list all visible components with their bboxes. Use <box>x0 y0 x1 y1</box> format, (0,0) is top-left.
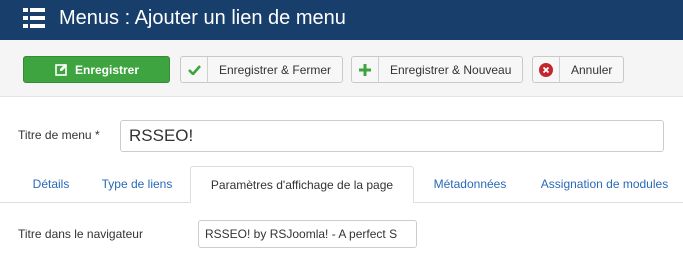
save-button[interactable]: Enregistrer <box>23 56 170 83</box>
plus-icon <box>352 57 379 82</box>
tab-module-assignment[interactable]: Assignation de modules <box>527 166 682 202</box>
save-new-label: Enregistrer & Nouveau <box>390 62 512 77</box>
save-close-label: Enregistrer & Fermer <box>219 62 332 77</box>
list-icon <box>23 8 45 28</box>
tab-link-type[interactable]: Type de liens <box>91 166 183 202</box>
tab-bar: Détails Type de liens Paramètres d'affic… <box>0 166 683 203</box>
cancel-button[interactable]: Annuler <box>532 56 624 83</box>
save-button-label: Enregistrer <box>74 62 140 77</box>
tab-metadata[interactable]: Métadonnées <box>422 166 518 202</box>
cancel-label: Annuler <box>571 62 613 77</box>
menu-title-label-text: Titre de menu <box>18 128 92 142</box>
save-new-button[interactable]: Enregistrer & Nouveau <box>351 56 523 83</box>
cancel-circle-icon <box>533 57 560 82</box>
required-mark: * <box>94 128 100 142</box>
browser-title-label: Titre dans le navigateur <box>18 227 143 241</box>
toolbar: Enregistrer Enregistrer & Fermer Enregis… <box>0 40 683 97</box>
page-header: Menus : Ajouter un lien de menu <box>0 0 683 40</box>
tab-page-display[interactable]: Paramètres d'affichage de la page <box>190 166 414 203</box>
page-title: Menus : Ajouter un lien de menu <box>59 7 346 29</box>
edit-icon <box>54 57 70 82</box>
browser-title-input[interactable] <box>198 220 417 248</box>
check-icon <box>181 57 208 82</box>
menu-title-input[interactable] <box>120 120 664 152</box>
menu-title-label: Titre de menu * <box>18 128 100 142</box>
save-close-button[interactable]: Enregistrer & Fermer <box>180 56 343 83</box>
tab-details[interactable]: Détails <box>18 166 84 202</box>
